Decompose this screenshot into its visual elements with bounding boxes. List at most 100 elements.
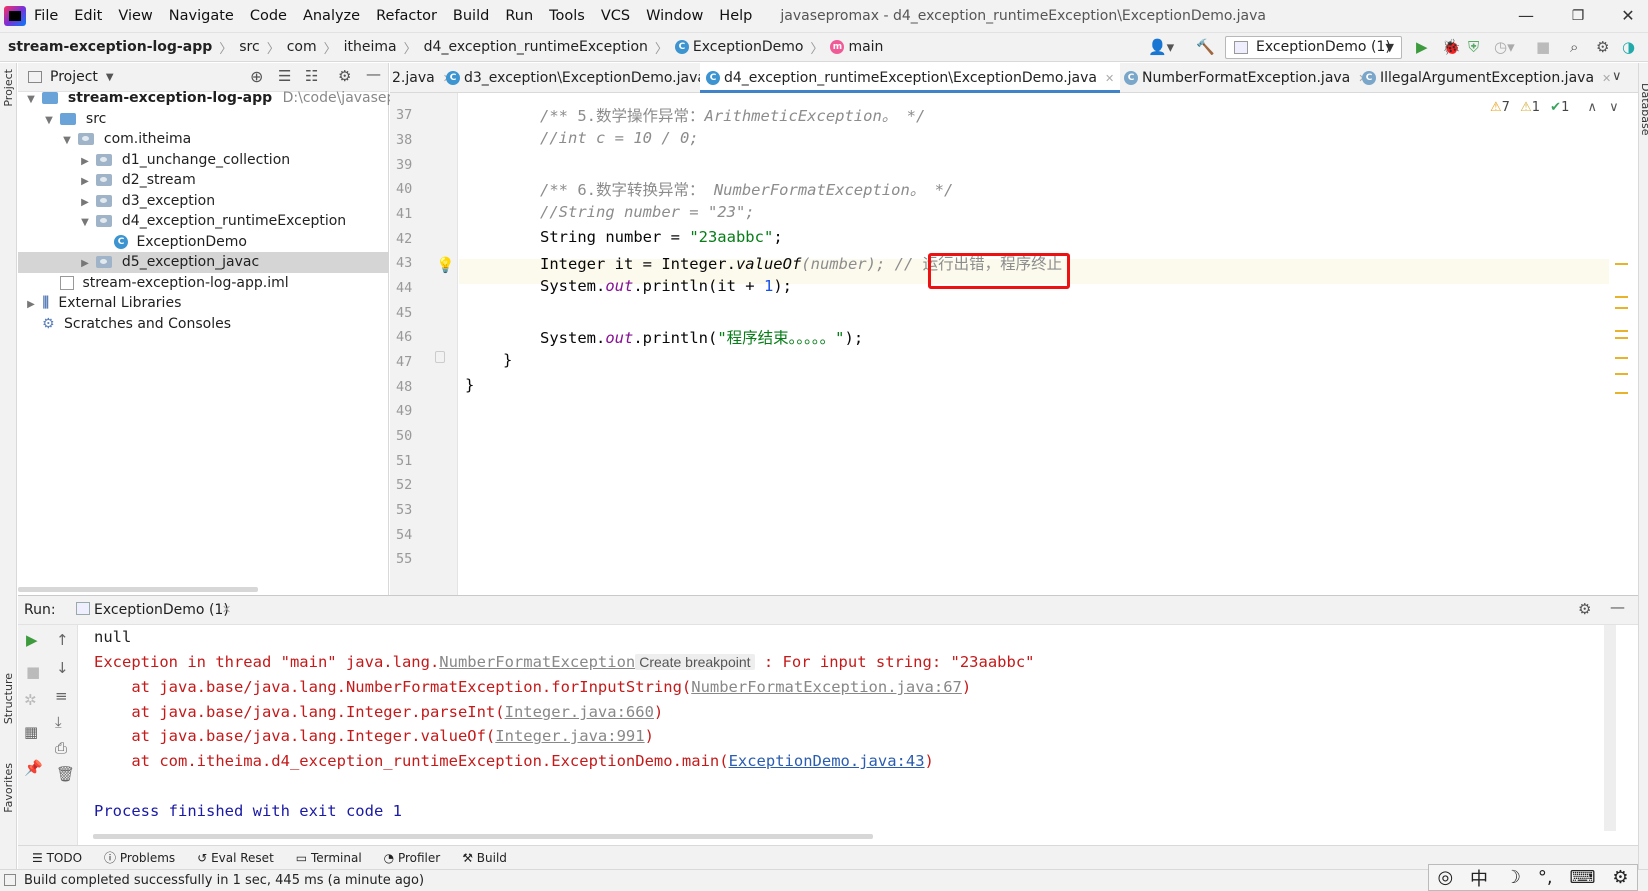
fold-icon[interactable] <box>435 351 445 363</box>
menu-tools[interactable]: Tools <box>549 8 585 24</box>
close-window-icon[interactable]: ✕ <box>1618 6 1638 26</box>
plugin-icon[interactable]: ◑ <box>1622 38 1635 56</box>
settings-gear-icon[interactable]: ⚙ <box>1596 38 1609 56</box>
run-icon[interactable]: ▶ <box>1416 38 1428 56</box>
problems-tool-button[interactable]: ⓘ Problems <box>104 849 175 866</box>
tab-partial-java[interactable]: 2.java✕ <box>392 63 452 93</box>
rerun-icon[interactable]: ▶ <box>26 631 38 649</box>
settings-gear-icon[interactable]: ⚙ <box>1578 600 1591 618</box>
menu-file[interactable]: File <box>34 8 58 24</box>
pin-icon[interactable]: 📌 <box>24 759 43 777</box>
tab-illegalargumentexception[interactable]: C IllegalArgumentException.java ✕ <box>1362 63 1611 93</box>
scroll-marker[interactable] <box>1615 392 1628 394</box>
todo-tool-button[interactable]: ☰ TODO <box>32 851 82 865</box>
stop-icon[interactable]: ■ <box>26 663 40 681</box>
coverage-icon[interactable]: ⛨ <box>1468 38 1479 56</box>
status-toggle-icon[interactable] <box>4 874 16 886</box>
close-tab-icon[interactable]: ✕ <box>222 603 231 616</box>
breadcrumb-project[interactable]: stream-exception-log-app <box>8 39 212 55</box>
hide-panel-icon[interactable]: — <box>366 65 381 83</box>
breadcrumb-class[interactable]: ExceptionDemo <box>693 39 804 55</box>
menu-edit[interactable]: Edit <box>74 8 102 24</box>
tab-d4-exceptiondemo[interactable]: Cd4_exception_runtimeException\Exception… <box>700 63 1121 93</box>
stack-trace-link[interactable]: Integer.java:660 <box>505 703 654 721</box>
tab-numberformatexception[interactable]: CNumberFormatException.java✕ <box>1124 63 1367 93</box>
profile-icon[interactable]: ◷▾ <box>1494 38 1515 56</box>
tree-item-d1[interactable]: ▶ d1_unchange_collection <box>18 150 389 171</box>
code-editor[interactable]: /** 5.数学操作异常：ArithmeticException。 */ //i… <box>459 93 1609 595</box>
project-tool-tab[interactable]: Project <box>2 69 15 107</box>
tree-item-src[interactable]: ▼ src <box>18 109 389 130</box>
horizontal-scrollbar[interactable] <box>18 587 258 592</box>
settings-gear-icon[interactable]: ⚙ <box>1612 867 1628 888</box>
locate-icon[interactable]: ⊕ <box>250 67 263 86</box>
ime-logo-icon[interactable]: ◎ <box>1437 867 1453 888</box>
scroll-marker[interactable] <box>1615 296 1628 298</box>
ime-language-toggle[interactable]: 中 <box>1470 865 1488 891</box>
profiler-tool-button[interactable]: ◔ Profiler <box>384 851 441 865</box>
menu-help[interactable]: Help <box>719 8 752 24</box>
breadcrumb-package[interactable]: d4_exception_runtimeException <box>424 39 648 55</box>
tree-item-external-libraries[interactable]: ▶ ⫼ External Libraries <box>18 293 389 314</box>
vertical-scrollbar[interactable] <box>1604 625 1616 831</box>
scroll-marker[interactable] <box>1615 307 1628 309</box>
breadcrumb-src[interactable]: src <box>239 39 259 55</box>
stack-trace-link[interactable]: ExceptionDemo.java:43 <box>729 752 925 770</box>
scroll-marker[interactable] <box>1615 263 1628 265</box>
run-tab-label[interactable]: ExceptionDemo (1) <box>94 602 229 618</box>
tree-item-d3[interactable]: ▶ d3_exception <box>18 191 389 212</box>
menu-view[interactable]: View <box>118 8 152 24</box>
close-tab-icon[interactable]: ✕ <box>1602 72 1611 85</box>
tree-item-d2[interactable]: ▶ d2_stream <box>18 170 389 191</box>
collapse-all-icon[interactable]: ☷ <box>305 67 318 85</box>
menu-navigate[interactable]: Navigate <box>169 8 234 24</box>
menu-build[interactable]: Build <box>453 8 489 24</box>
punctuation-icon[interactable]: °, <box>1538 867 1553 888</box>
database-tool-tab[interactable]: Database <box>1639 83 1648 136</box>
stop-icon[interactable]: ■ <box>1536 38 1550 56</box>
run-configuration-selector[interactable]: ExceptionDemo (1) ▼ <box>1225 36 1402 59</box>
menu-run[interactable]: Run <box>505 8 533 24</box>
build-hammer-icon[interactable]: 🔨 <box>1196 38 1215 56</box>
console-output[interactable]: null Exception in thread "main" java.lan… <box>79 625 1619 845</box>
scroll-marker[interactable] <box>1615 330 1628 332</box>
close-tab-icon[interactable]: ✕ <box>1105 72 1114 85</box>
layout-icon[interactable]: ▦ <box>24 723 38 741</box>
breadcrumb-com[interactable]: com <box>287 39 317 55</box>
arrow-up-icon[interactable]: ↑ <box>56 631 69 649</box>
stack-trace-link[interactable]: NumberFormatException.java:67 <box>691 678 962 696</box>
keyboard-icon[interactable]: ⌨ <box>1570 867 1596 888</box>
chevron-down-icon[interactable]: ▼ <box>106 72 114 83</box>
structure-tool-tab[interactable]: Structure <box>2 673 15 724</box>
lightbulb-icon[interactable]: 💡 <box>436 256 455 274</box>
expand-all-icon[interactable]: ☰ <box>278 67 291 85</box>
debug-icon[interactable]: 🐞 <box>1442 38 1461 56</box>
tab-d3-exceptiondemo[interactable]: Cd3_exception\ExceptionDemo.java✕ <box>446 63 723 93</box>
scroll-to-end-icon[interactable]: ⤓ <box>55 713 62 731</box>
menu-refactor[interactable]: Refactor <box>376 8 437 24</box>
eval-reset-tool-button[interactable]: ↺ Eval Reset <box>197 851 274 865</box>
settings-gear-icon[interactable]: ⚙ <box>338 67 351 85</box>
soft-wrap-icon[interactable]: ≡ <box>55 687 68 705</box>
debug-icon[interactable]: ✲ <box>24 691 37 709</box>
create-breakpoint-button[interactable]: Create breakpoint <box>635 654 755 670</box>
minimize-icon[interactable]: — <box>1516 6 1536 26</box>
tree-item-iml[interactable]: stream-exception-log-app.iml <box>18 273 389 294</box>
chevron-down-icon[interactable]: ∨ <box>1609 100 1619 115</box>
tree-item-d4[interactable]: ▼ d4_exception_runtimeException <box>18 211 389 232</box>
tree-item-d5[interactable]: ▶ d5_exception_javac <box>18 252 389 273</box>
print-icon[interactable]: ⎙ <box>55 739 67 757</box>
scroll-marker[interactable] <box>1615 357 1628 359</box>
trash-icon[interactable]: 🗑 <box>56 765 75 783</box>
tab-list-chevron-icon[interactable]: ∨ <box>1612 69 1622 84</box>
horizontal-scrollbar[interactable] <box>93 834 873 839</box>
arrow-down-icon[interactable]: ↓ <box>56 659 69 677</box>
scroll-marker[interactable] <box>1615 373 1628 375</box>
menu-code[interactable]: Code <box>250 8 287 24</box>
scroll-marker[interactable] <box>1615 337 1628 339</box>
search-icon[interactable]: ⌕ <box>1570 38 1578 56</box>
tree-item-com-itheima[interactable]: ▼ com.itheima <box>18 129 389 150</box>
exception-class-link[interactable]: NumberFormatException <box>439 653 635 671</box>
hide-panel-icon[interactable]: — <box>1610 598 1625 616</box>
chevron-up-icon[interactable]: ∧ <box>1587 100 1597 115</box>
